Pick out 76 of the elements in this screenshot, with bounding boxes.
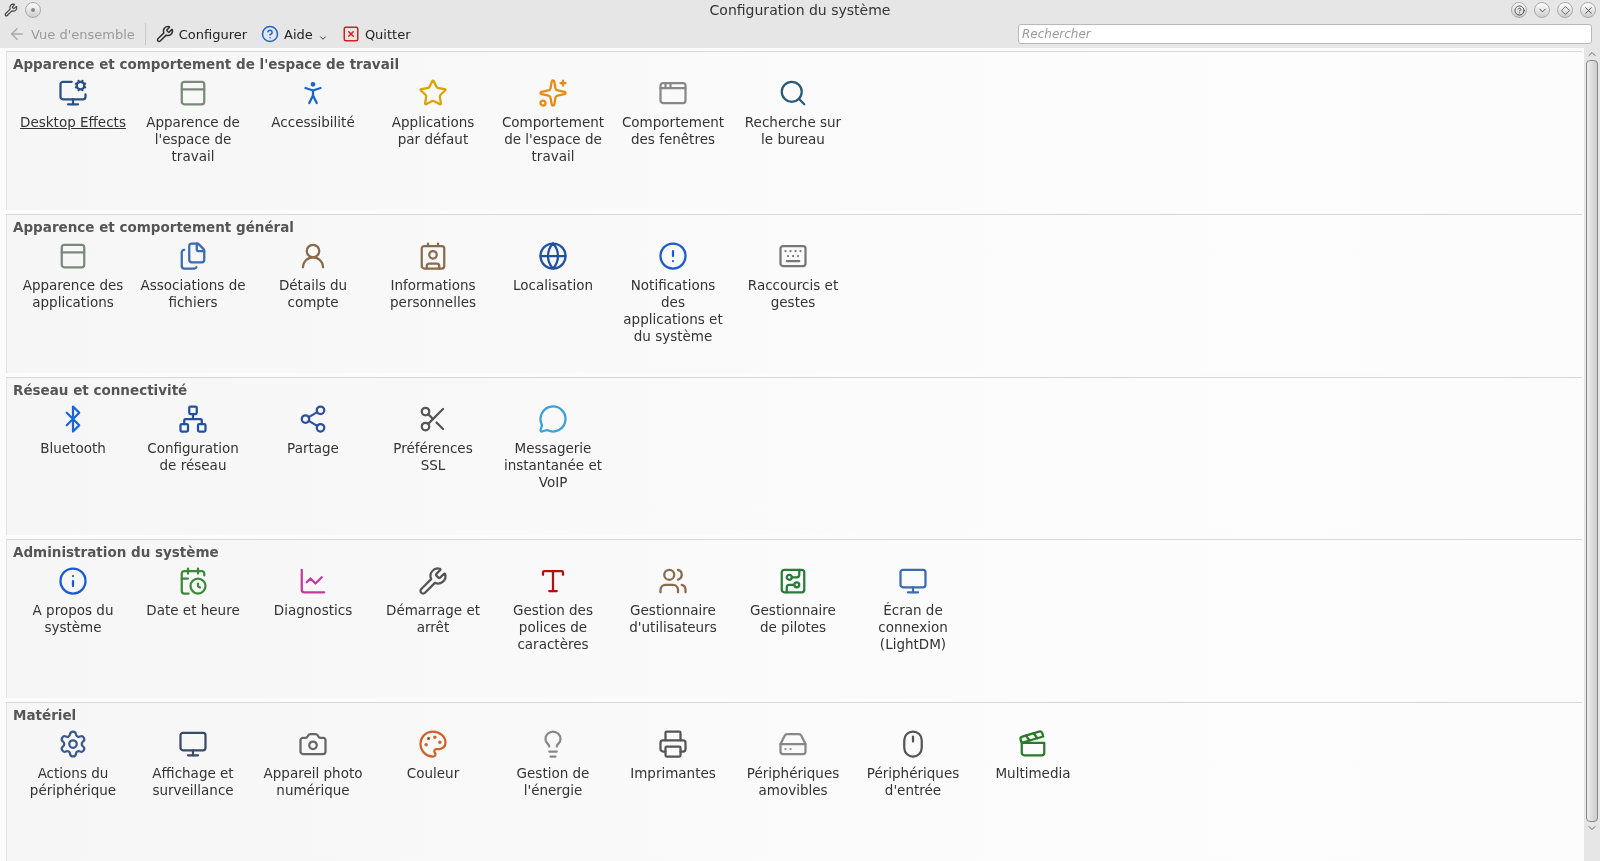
globe-icon[interactable] (538, 240, 568, 271)
files-icon[interactable] (178, 240, 208, 271)
wrench-icon (155, 25, 174, 43)
module-link[interactable]: Démarrage et arrêt (380, 602, 486, 637)
module-link[interactable]: Gestion de l'énergie (500, 765, 606, 800)
wrench-icon[interactable] (418, 566, 448, 597)
category-title: Apparence et comportement général (13, 218, 295, 235)
palette-icon[interactable] (418, 729, 448, 760)
module-link[interactable]: Localisation (500, 276, 606, 294)
printer-icon[interactable] (658, 729, 688, 760)
module-link[interactable]: Bluetooth (20, 439, 126, 457)
help-icon (261, 25, 280, 43)
module-link[interactable]: Comportement des fenêtres (620, 114, 726, 148)
toolbar-button[interactable]: Configurer (151, 23, 252, 45)
monitor-tools-icon[interactable] (58, 78, 88, 108)
module-link[interactable]: Configuration de réseau (140, 439, 246, 474)
module-link[interactable]: Imprimantes (620, 765, 726, 783)
module-link[interactable]: Couleur (380, 765, 486, 783)
module-link[interactable]: Applications par défaut (380, 114, 486, 148)
toolbar-button[interactable]: Aide (257, 23, 332, 45)
module-link[interactable]: A propos du système (20, 602, 126, 637)
category-title: Administration du système (13, 544, 220, 561)
module-link[interactable]: Diagnostics (260, 602, 366, 620)
toolbar-button[interactable]: Quitter (337, 23, 415, 45)
category-title: Apparence et comportement de l'espace de travail (13, 56, 401, 72)
alert-icon[interactable] (658, 240, 688, 271)
module-link[interactable]: Gestion des polices de caractères (500, 602, 606, 654)
category-title: Réseau et connectivité (13, 381, 189, 398)
category-title: Matériel (13, 707, 78, 724)
module-link[interactable]: Informations personnelles (380, 276, 486, 311)
module-link[interactable]: Périphériques d'entrée (860, 765, 966, 800)
module-link[interactable]: Notifications des applications et du système (620, 276, 726, 345)
module-link[interactable]: Apparence des applications (20, 276, 126, 311)
module-link[interactable]: Date et heure (140, 602, 246, 620)
module-link[interactable]: Partage (260, 439, 366, 457)
module-link[interactable]: Raccourcis et gestes (740, 276, 846, 311)
module-link[interactable]: Apparence de l'espace de travail (140, 114, 246, 165)
star-icon[interactable] (418, 78, 448, 108)
calendar-clock-icon[interactable] (178, 566, 208, 597)
module-link[interactable]: Messagerie instantanée et VoIP (500, 439, 606, 491)
diamond-icon (1560, 5, 1570, 15)
module-link[interactable]: Détails du compte (260, 276, 366, 311)
close-icon (1582, 4, 1594, 16)
module-link[interactable]: Gestionnaire d'utilisateurs (620, 602, 726, 637)
gear-icon[interactable] (58, 729, 88, 760)
help-icon (1513, 4, 1525, 16)
search-icon[interactable] (778, 78, 808, 108)
module-link[interactable]: Écran de connexion (LightDM) (860, 602, 966, 654)
module-link[interactable]: Multimedia (980, 765, 1086, 783)
close-button[interactable] (1580, 2, 1596, 18)
module-link[interactable]: Périphériques amovibles (740, 765, 846, 800)
module-link[interactable]: Préférences SSL (380, 439, 486, 474)
sparkles-icon[interactable] (538, 78, 568, 108)
module-link[interactable]: Gestionnaire de pilotes (740, 602, 846, 637)
module-link[interactable]: Recherche sur le bureau (740, 114, 846, 148)
window-panel-icon[interactable] (178, 78, 208, 108)
module-link[interactable]: Desktop Effects (20, 114, 126, 131)
module-link[interactable]: Associations de fichiers (140, 276, 246, 311)
contact-icon[interactable] (418, 240, 448, 271)
scroll-thumb[interactable] (1586, 60, 1598, 822)
help-button[interactable] (1511, 2, 1527, 18)
window-title: Configuration du système (708, 2, 892, 18)
module-link[interactable]: Actions du périphérique (20, 765, 126, 800)
module-link[interactable]: Affichage et surveillance (140, 765, 246, 800)
network-icon[interactable] (178, 403, 208, 434)
module-link[interactable]: Comportement de l'espace de travail (500, 114, 606, 165)
search-field[interactable]: Rechercher (1018, 24, 1592, 44)
close-icon (341, 25, 360, 43)
speech-bubble-icon[interactable] (538, 403, 568, 434)
module-link[interactable]: Appareil photo numérique (260, 765, 366, 800)
pin-button[interactable] (25, 2, 41, 18)
maximize-button[interactable] (1557, 2, 1573, 18)
share-icon[interactable] (298, 403, 328, 434)
module-link[interactable]: Accessibilité (260, 114, 366, 131)
info-icon[interactable] (58, 566, 88, 597)
caret-icon (317, 33, 328, 43)
